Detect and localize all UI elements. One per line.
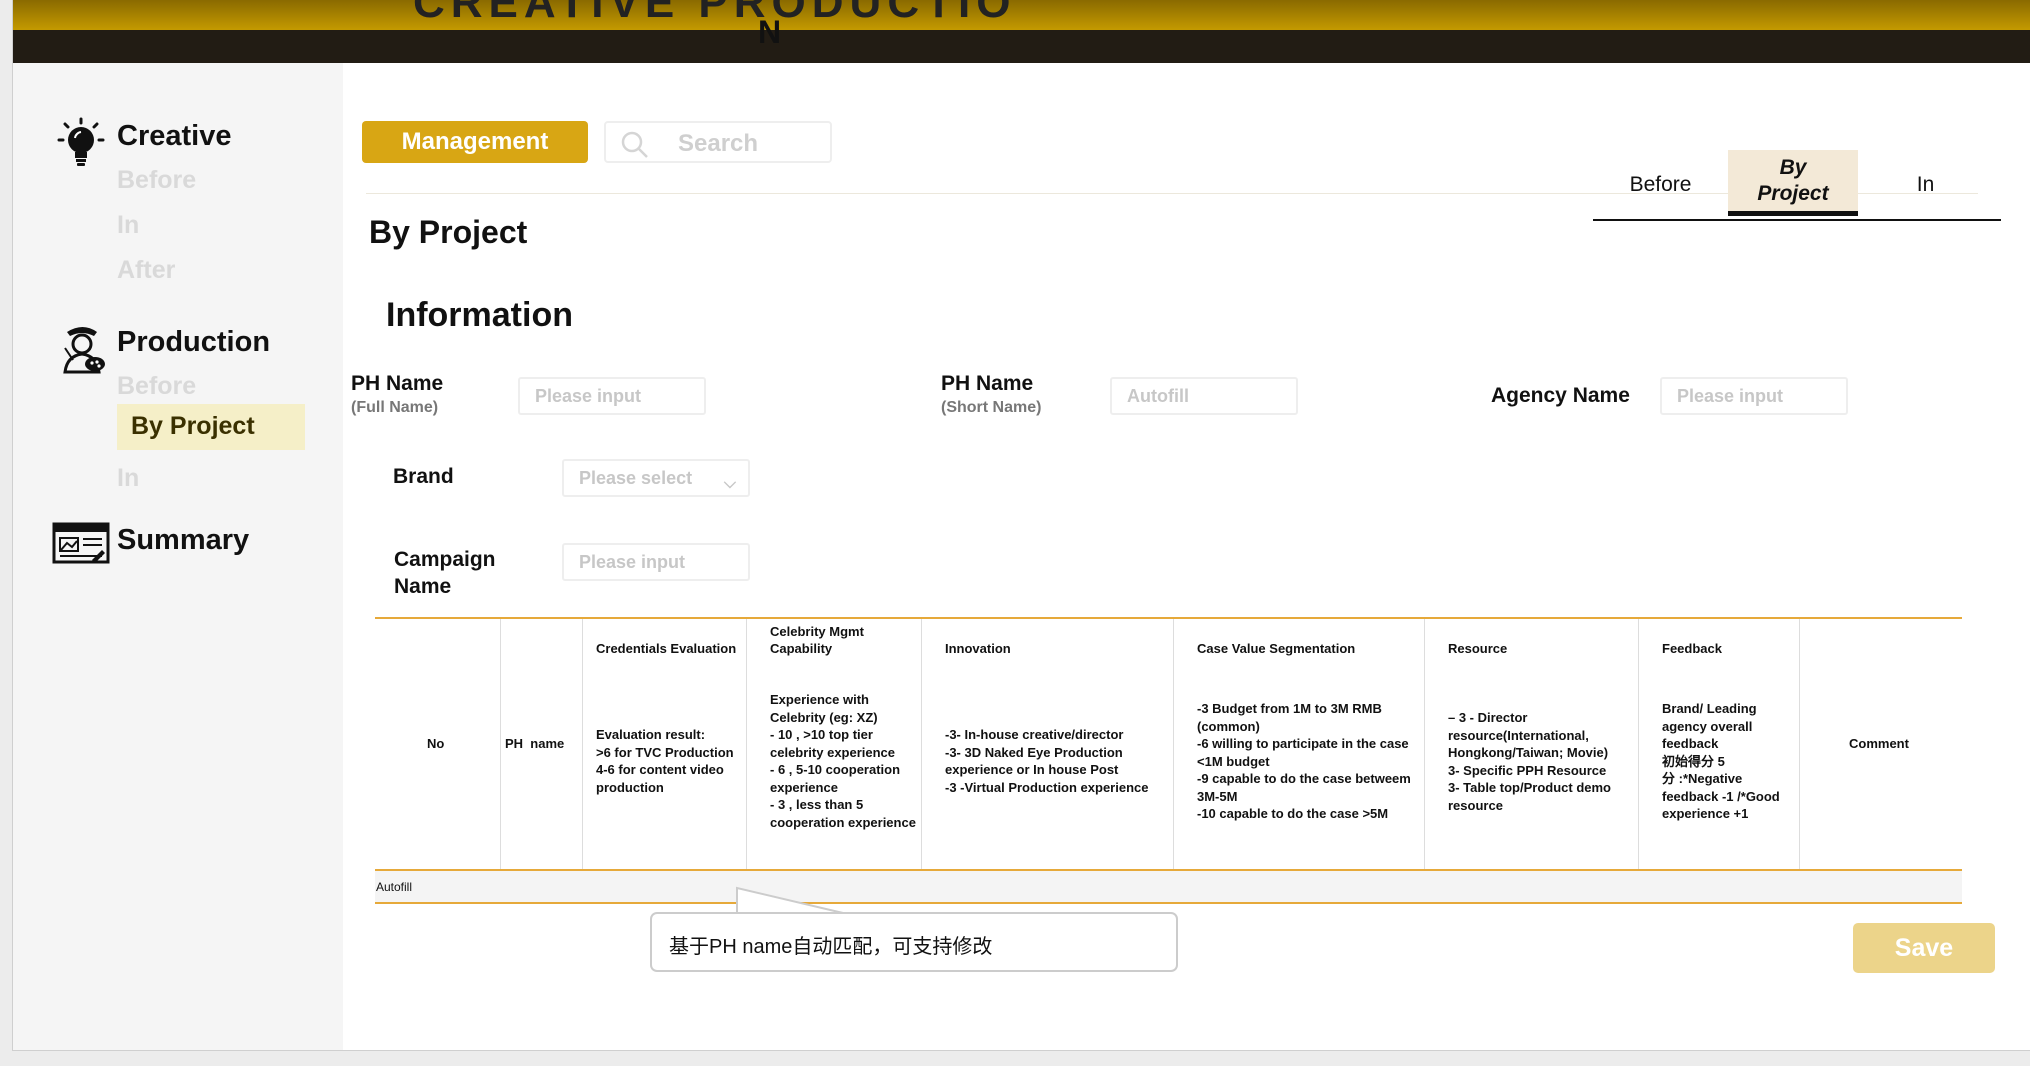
management-button[interactable]: Management [362,121,588,163]
top-header-bar: CREATIVE PRODUCTIO [13,0,2030,30]
brand-select-placeholder: Please select [579,468,693,488]
column-divider [582,619,583,903]
sidebar-section-production[interactable]: Production [117,326,270,359]
header-celebrity: Celebrity Mgmt Capability [770,624,864,656]
ph-short-name-sublabel: (Short Name) [941,399,1042,416]
tab-before[interactable]: Before [1593,150,1728,219]
desc-case-value: -3 Budget from 1M to 3M RMB (common) -6 … [1197,701,1411,821]
ph-short-name-input[interactable]: Autofill [1110,377,1298,415]
row-autofill-cell: Autofill [376,880,413,894]
sidebar-item-creative-after[interactable]: After [117,256,175,285]
column-divider [921,619,922,903]
sidebar-item-creative-before[interactable]: Before [117,166,196,195]
brand-label: Brand [393,465,454,488]
header-no: No [427,736,445,751]
agency-name-label: Agency Name [1491,384,1630,407]
sidebar-item-production-in[interactable]: In [117,464,139,493]
campaign-name-label: Campaign [394,548,496,571]
search-icon [621,131,648,158]
search-placeholder: Search [678,130,759,157]
column-divider [1173,619,1174,903]
ph-full-name-label: PH Name [351,372,444,395]
desc-celebrity: Experience with Celebrity (eg: XZ) - 10 … [770,692,916,830]
lightbulb-icon [57,117,105,166]
save-button[interactable]: Save [1853,923,1995,973]
ph-full-name-sublabel: (Full Name) [351,399,439,416]
section-title: Information [386,296,573,334]
column-divider [1799,619,1800,903]
tooltip: 基于PH name自动匹配，可支持修改 [650,912,1178,972]
campaign-name-label-line2: Name [394,575,452,598]
header-resource: Resource [1448,641,1508,656]
sidebar-section-summary[interactable]: Summary [117,524,249,557]
header-comment: Comment [1849,736,1909,751]
page-title: By Project [369,214,528,250]
table-top-border [375,617,1962,619]
ph-full-name-input[interactable]: Please input [518,377,706,415]
header-feedback: Feedback [1662,641,1722,656]
column-divider [1424,619,1425,903]
app-title-wrap: N [758,14,782,50]
search-input[interactable]: Search [604,121,832,163]
column-divider [1638,619,1639,903]
header-ph-name: PH name [505,736,565,751]
sidebar-item-production-by-project[interactable]: By Project [117,404,305,450]
header-credentials: Credentials Evaluation [596,641,737,656]
column-divider [500,619,501,903]
tab-by-project[interactable]: By Project [1728,150,1858,216]
agency-name-input[interactable]: Please input [1660,377,1848,415]
sidebar-item-creative-in[interactable]: In [117,211,139,240]
tooltip-arrow [736,886,844,914]
sidebar-item-production-before[interactable]: Before [117,372,196,401]
table-row[interactable] [375,871,1962,903]
desc-feedback: Brand/ Leading agency overall feedback 初… [1662,701,1780,821]
painter-icon [63,327,105,374]
desc-innovation: -3- In-house creative/director -3- 3D Na… [945,727,1149,795]
app-title: CREATIVE PRODUCTIO [413,0,1017,27]
tab-in[interactable]: In [1858,150,1993,219]
evaluation-table: Credentials Evaluation Celebrity Mgmt Ca… [375,617,1962,917]
campaign-name-input[interactable]: Please input [562,543,750,581]
dark-header-strip [13,30,2030,63]
header-case-value: Case Value Segmentation [1197,641,1356,656]
sidebar-item-label: By Project [131,412,255,440]
brand-select[interactable]: Please select ⌵ [562,459,750,497]
tab-underline [1593,219,2001,221]
header-innovation: Innovation [945,641,1011,656]
tab-bar: Before By Project In [1593,150,2001,221]
app-window: CREATIVE PRODUCTIO N Creative Before In … [12,0,2030,1051]
browser-window-icon [52,522,110,564]
column-divider [746,619,747,903]
table-bottom-border [375,902,1962,904]
chevron-down-icon: ⌵ [723,475,736,492]
ph-short-name-label: PH Name [941,372,1034,395]
tooltip-text: 基于PH name自动匹配，可支持修改 [669,936,993,958]
desc-resource: – 3 - Director resource(International, H… [1448,710,1611,813]
sidebar-section-creative[interactable]: Creative [117,120,231,153]
desc-credentials: Evaluation result: >6 for TVC Production… [596,727,734,795]
